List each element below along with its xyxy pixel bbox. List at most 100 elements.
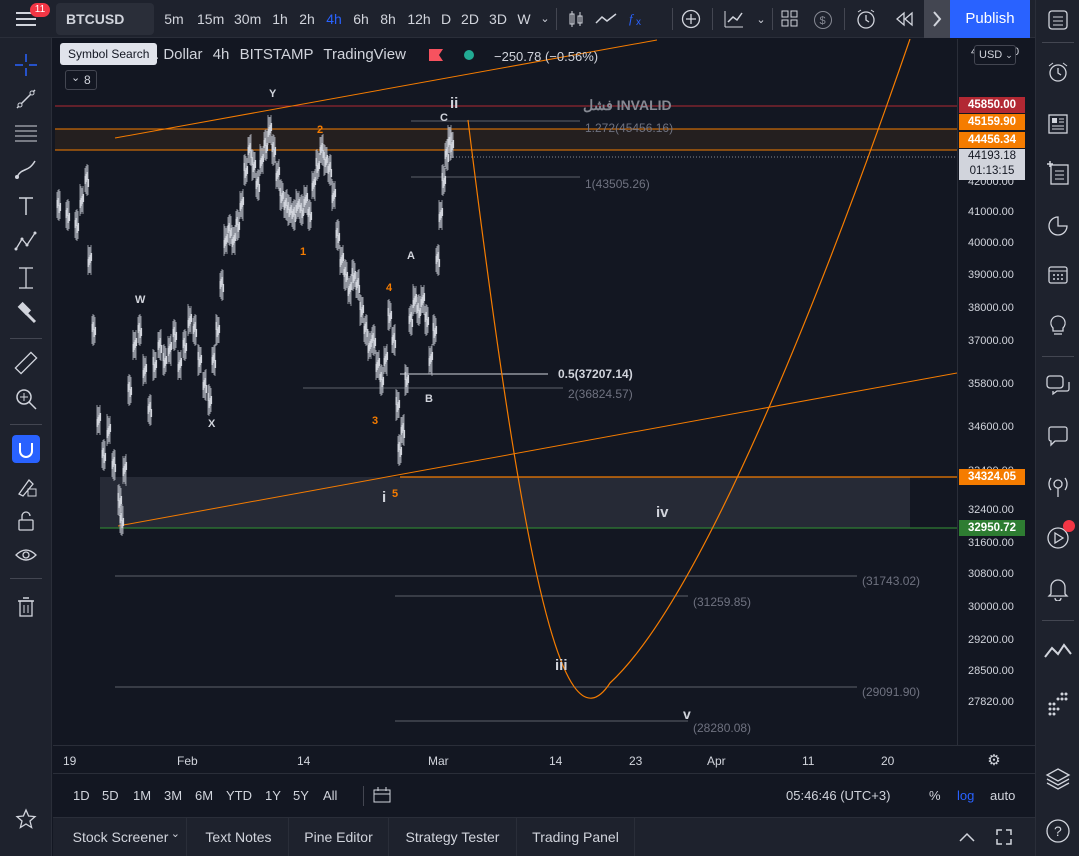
time-axis[interactable]: 19 Feb 14 Mar 14 23 Apr 11 20 ⚙ bbox=[53, 745, 1035, 773]
interval-6h[interactable]: 6h bbox=[349, 0, 373, 38]
settings-gear-icon[interactable]: ⚙ bbox=[985, 751, 1003, 769]
range-1m[interactable]: 1M bbox=[133, 788, 151, 803]
currency-selector[interactable]: USD ⌄ bbox=[974, 45, 1016, 65]
chart-canvas[interactable]: فشل INVALID 1.272(45456.16) 1(43505.26) 0.5… bbox=[53, 39, 957, 745]
layout-grid-icon[interactable] bbox=[780, 9, 800, 29]
interval-3d[interactable]: 3D bbox=[486, 0, 510, 38]
interval-1h[interactable]: 1h bbox=[268, 0, 292, 38]
range-1d[interactable]: 1D bbox=[73, 788, 90, 803]
range-ytd[interactable]: YTD bbox=[226, 788, 252, 803]
magnet-button[interactable] bbox=[12, 435, 40, 463]
candle-body bbox=[274, 147, 277, 155]
interval-30m[interactable]: 30m bbox=[234, 0, 261, 38]
candle-body bbox=[423, 293, 426, 301]
alert-clock-icon[interactable] bbox=[854, 8, 878, 30]
help-icon[interactable]: ? bbox=[1045, 818, 1071, 844]
interval-15m[interactable]: 15m bbox=[197, 0, 224, 38]
zoom-in-icon[interactable] bbox=[13, 386, 39, 412]
candle-body bbox=[210, 396, 213, 404]
time-tick: Apr bbox=[707, 754, 726, 768]
clock-timezone[interactable]: 05:46:46 (UTC+3) bbox=[786, 788, 890, 803]
trend-line-icon[interactable] bbox=[13, 86, 39, 112]
unlock-icon[interactable] bbox=[13, 508, 39, 534]
chats-icon[interactable] bbox=[1045, 374, 1071, 398]
interval-w[interactable]: W bbox=[512, 0, 536, 38]
price-axis[interactable]: 4 0 USD⌄ 42000.0041000.0040000.0039000.0… bbox=[957, 39, 1035, 745]
interval-5m[interactable]: 5m bbox=[162, 0, 186, 38]
indicators-fx-icon[interactable]: fx bbox=[626, 9, 646, 29]
pulse-chart-icon[interactable] bbox=[1044, 640, 1072, 664]
tab-stock-screener[interactable]: Stock Screener ⌄ bbox=[55, 818, 187, 856]
interval-2h[interactable]: 2h bbox=[295, 0, 319, 38]
interval-2d[interactable]: 2D bbox=[458, 0, 482, 38]
log-toggle[interactable]: log bbox=[957, 788, 974, 803]
ideas-bulb-icon[interactable] bbox=[1046, 313, 1070, 339]
dollar-circle-icon[interactable]: $ bbox=[812, 9, 834, 31]
flag-icon[interactable] bbox=[429, 49, 443, 61]
brush-icon[interactable] bbox=[13, 156, 39, 182]
legend-change: −250.78 (−0.56%) bbox=[494, 49, 599, 64]
watchlist-icon[interactable] bbox=[1046, 8, 1070, 32]
news-icon[interactable] bbox=[1046, 112, 1070, 136]
chevron-down-icon[interactable]: ⌄ bbox=[755, 12, 767, 26]
range-5d[interactable]: 5D bbox=[102, 788, 119, 803]
messages-icon[interactable] bbox=[1046, 424, 1070, 448]
candle-body bbox=[238, 222, 241, 230]
chevron-up-icon[interactable] bbox=[956, 827, 978, 847]
interval-8h[interactable]: 8h bbox=[376, 0, 400, 38]
lock-drawings-icon[interactable] bbox=[13, 473, 39, 499]
chevron-down-icon[interactable]: ⌄ bbox=[538, 0, 552, 38]
layers-icon[interactable] bbox=[1045, 766, 1071, 792]
ruler-icon[interactable] bbox=[13, 350, 39, 376]
hammer-icon[interactable] bbox=[13, 300, 39, 326]
streams-icon[interactable] bbox=[1045, 474, 1071, 500]
bar-countdown: 01:13:15 bbox=[969, 165, 1015, 177]
eye-icon[interactable] bbox=[13, 542, 39, 568]
indicators-icon[interactable] bbox=[722, 8, 746, 30]
alarm-clock-icon[interactable] bbox=[1046, 60, 1070, 84]
tab-text-notes[interactable]: Text Notes bbox=[189, 818, 289, 856]
interval-4h[interactable]: 4h bbox=[322, 0, 346, 38]
text-tool-icon[interactable] bbox=[13, 193, 39, 219]
candle-body bbox=[77, 223, 80, 231]
range-3m[interactable]: 3M bbox=[164, 788, 182, 803]
candles-icon[interactable] bbox=[566, 9, 586, 29]
symbol-search-input[interactable]: BTCUSD bbox=[56, 3, 154, 35]
tab-trading-panel[interactable]: Trading Panel bbox=[517, 818, 635, 856]
drawing-toolbar bbox=[0, 38, 52, 856]
favorites-star-icon[interactable] bbox=[14, 807, 38, 831]
expand-toolbar-button[interactable] bbox=[924, 0, 950, 38]
publish-button[interactable]: Publish bbox=[950, 0, 1030, 38]
trash-icon[interactable] bbox=[13, 594, 39, 620]
goto-date-icon[interactable] bbox=[371, 785, 393, 805]
crosshair-icon[interactable] bbox=[13, 52, 39, 78]
replay-rewind-icon[interactable] bbox=[893, 9, 915, 29]
bell-icon[interactable] bbox=[1046, 576, 1070, 602]
pattern-tool-icon[interactable] bbox=[13, 228, 39, 254]
percent-toggle[interactable]: % bbox=[929, 788, 941, 803]
chart-pane[interactable]: فشل INVALID 1.272(45456.16) 1(43505.26) 0.5… bbox=[53, 39, 957, 745]
interval-12h[interactable]: 12h bbox=[407, 0, 431, 38]
fib-retracement-icon[interactable] bbox=[13, 121, 39, 147]
range-5y[interactable]: 5Y bbox=[293, 788, 309, 803]
add-compare-icon[interactable] bbox=[680, 8, 702, 30]
tab-pine-editor[interactable]: Pine Editor bbox=[289, 818, 389, 856]
range-all[interactable]: All bbox=[323, 788, 337, 803]
dom-dots-icon[interactable] bbox=[1046, 690, 1070, 718]
measure-tool-icon[interactable] bbox=[13, 265, 39, 291]
maximize-icon[interactable] bbox=[993, 827, 1015, 847]
indicator-toggle[interactable]: ⌄ 8 bbox=[65, 70, 97, 90]
line-chart-icon[interactable] bbox=[594, 9, 618, 29]
auto-toggle[interactable]: auto bbox=[990, 788, 1015, 803]
calendar-icon[interactable] bbox=[1046, 262, 1070, 286]
tab-strategy-tester[interactable]: Strategy Tester bbox=[389, 818, 517, 856]
range-6m[interactable]: 6M bbox=[195, 788, 213, 803]
chevron-down-icon[interactable]: ⌄ bbox=[171, 815, 180, 854]
add-list-icon[interactable] bbox=[1046, 160, 1070, 186]
time-tick: Mar bbox=[428, 754, 449, 768]
hotlist-icon[interactable] bbox=[1046, 214, 1070, 238]
fib-level-label: 2(36824.57) bbox=[568, 387, 633, 401]
range-1y[interactable]: 1Y bbox=[265, 788, 281, 803]
notification-dot bbox=[1063, 520, 1075, 532]
interval-d[interactable]: D bbox=[434, 0, 458, 38]
